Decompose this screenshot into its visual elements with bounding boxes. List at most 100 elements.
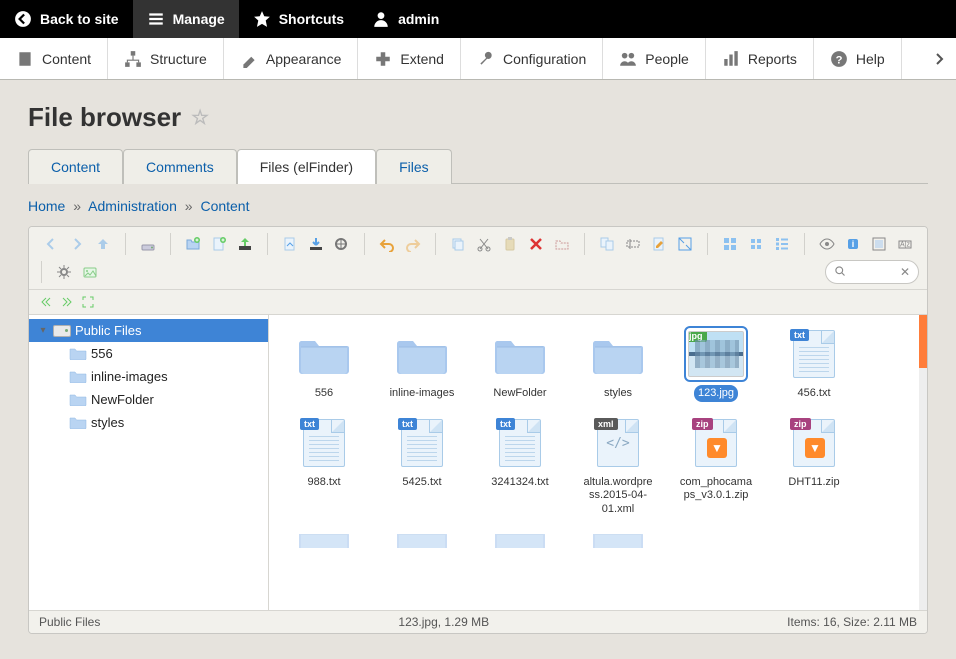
jpg-badge-icon: jpg [688, 331, 707, 342]
file-label: DHT11.zip [784, 474, 843, 491]
file-icon: zip▼ [793, 419, 835, 467]
subtab-comments[interactable]: Comments [123, 149, 237, 184]
fullscreen-icon[interactable] [79, 293, 97, 311]
search-icon [834, 265, 846, 280]
tab-reports[interactable]: Reports [706, 38, 814, 79]
extract-button[interactable] [718, 232, 742, 256]
svg-text:A|z: A|z [900, 242, 910, 249]
tab-structure[interactable]: Structure [108, 38, 224, 79]
file-item[interactable]: zip▼com_phocamaps_v3.0.1.zip [671, 414, 761, 522]
wrench-icon [477, 50, 495, 68]
file-item[interactable]: NewFolder [475, 325, 565, 406]
file-item[interactable] [573, 530, 663, 558]
select-all-button[interactable] [867, 232, 891, 256]
new-folder-button[interactable] [181, 232, 205, 256]
cut-button[interactable] [472, 232, 496, 256]
redo-button[interactable] [401, 232, 425, 256]
select-none-button[interactable]: A|z [893, 232, 917, 256]
status-selection: 123.jpg, 1.29 MB [398, 615, 489, 629]
info-button[interactable]: i [841, 232, 865, 256]
subtab-files-elfinder[interactable]: Files (elFinder) [237, 149, 376, 184]
undo-button[interactable] [375, 232, 399, 256]
secondary-tabs: Content Comments Files (elFinder) Files [0, 149, 956, 184]
breadcrumb-administration[interactable]: Administration [88, 198, 177, 214]
search-box[interactable]: ✕ [825, 260, 919, 284]
resize-button[interactable] [673, 232, 697, 256]
tab-extend[interactable]: Extend [358, 38, 461, 79]
view-list-button[interactable] [770, 232, 794, 256]
shortcuts-menu[interactable]: Shortcuts [239, 0, 358, 38]
netmount-button[interactable] [136, 232, 160, 256]
copy-button[interactable] [446, 232, 470, 256]
tree-root-label: Public Files [75, 323, 141, 338]
status-summary: Items: 16, Size: 2.11 MB [787, 615, 917, 629]
empty-button[interactable] [550, 232, 574, 256]
txt-badge-icon: txt [398, 418, 417, 430]
status-path: Public Files [39, 615, 100, 629]
tree-root[interactable]: ▾ Public Files [29, 319, 268, 342]
file-grid[interactable]: 556inline-imagesNewFolderstylesjpg123.jp… [269, 315, 927, 610]
tab-appearance[interactable]: Appearance [224, 38, 359, 79]
file-item[interactable]: 556 [279, 325, 369, 406]
file-item[interactable] [475, 530, 565, 558]
nav-forward-button[interactable] [65, 232, 89, 256]
admin-tabs-overflow[interactable] [928, 38, 950, 79]
nav-back-button[interactable] [39, 232, 63, 256]
archive-button[interactable] [744, 232, 768, 256]
collapse-left-icon[interactable] [37, 293, 55, 311]
manage-menu[interactable]: Manage [133, 0, 239, 38]
open-button[interactable] [278, 232, 302, 256]
tree-item[interactable]: NewFolder [29, 388, 268, 411]
collapse-right-icon[interactable] [58, 293, 76, 311]
tab-configuration[interactable]: Configuration [461, 38, 603, 79]
admin-tabs: Content Structure Appearance Extend Conf… [0, 38, 956, 80]
duplicate-button[interactable] [595, 232, 619, 256]
getfile-button[interactable] [330, 232, 354, 256]
subtab-content[interactable]: Content [28, 149, 123, 184]
user-menu[interactable]: admin [358, 0, 453, 38]
subtab-files[interactable]: Files [376, 149, 452, 184]
file-item[interactable] [279, 530, 369, 558]
nav-up-button[interactable] [91, 232, 115, 256]
tab-content[interactable]: Content [0, 38, 108, 79]
about-button[interactable] [78, 260, 102, 284]
breadcrumb-sep: » [73, 198, 81, 214]
breadcrumb-home[interactable]: Home [28, 198, 65, 214]
file-manager: i A|z ✕ ▾ [28, 226, 928, 634]
tab-people[interactable]: People [603, 38, 706, 79]
rename-button[interactable] [621, 232, 645, 256]
tree-collapse-icon[interactable]: ▾ [37, 325, 49, 336]
file-item[interactable] [377, 530, 467, 558]
file-item[interactable]: xml</>altula.wordpress.2015-04-01.xml [573, 414, 663, 522]
tree-item[interactable]: 556 [29, 342, 268, 365]
star-icon [253, 10, 271, 28]
file-item[interactable]: styles [573, 325, 663, 406]
scrollbar[interactable] [919, 315, 927, 610]
search-input[interactable] [852, 265, 894, 279]
file-item[interactable]: inline-images [377, 325, 467, 406]
search-clear-icon[interactable]: ✕ [900, 265, 910, 279]
back-to-site[interactable]: Back to site [0, 0, 133, 38]
file-item[interactable]: txt3241324.txt [475, 414, 565, 522]
upload-button[interactable] [233, 232, 257, 256]
preview-button[interactable] [815, 232, 839, 256]
people-icon [619, 50, 637, 68]
edit-button[interactable] [647, 232, 671, 256]
new-file-button[interactable] [207, 232, 231, 256]
download-button[interactable] [304, 232, 328, 256]
file-item[interactable]: txt5425.txt [377, 414, 467, 522]
tree-item[interactable]: styles [29, 411, 268, 434]
delete-button[interactable] [524, 232, 548, 256]
file-item[interactable]: txt456.txt [769, 325, 859, 406]
structure-icon [124, 50, 142, 68]
tree-item[interactable]: inline-images [29, 365, 268, 388]
settings-button[interactable] [52, 260, 76, 284]
breadcrumb-content[interactable]: Content [200, 198, 249, 214]
favorite-star-icon[interactable]: ☆ [191, 105, 209, 130]
file-item[interactable]: jpg123.jpg [671, 325, 761, 406]
file-item[interactable]: txt988.txt [279, 414, 369, 522]
tab-help[interactable]: ?Help [814, 38, 902, 79]
file-item[interactable]: zip▼ DHT11.zip [769, 414, 859, 522]
folder-icon [298, 534, 350, 548]
paste-button[interactable] [498, 232, 522, 256]
